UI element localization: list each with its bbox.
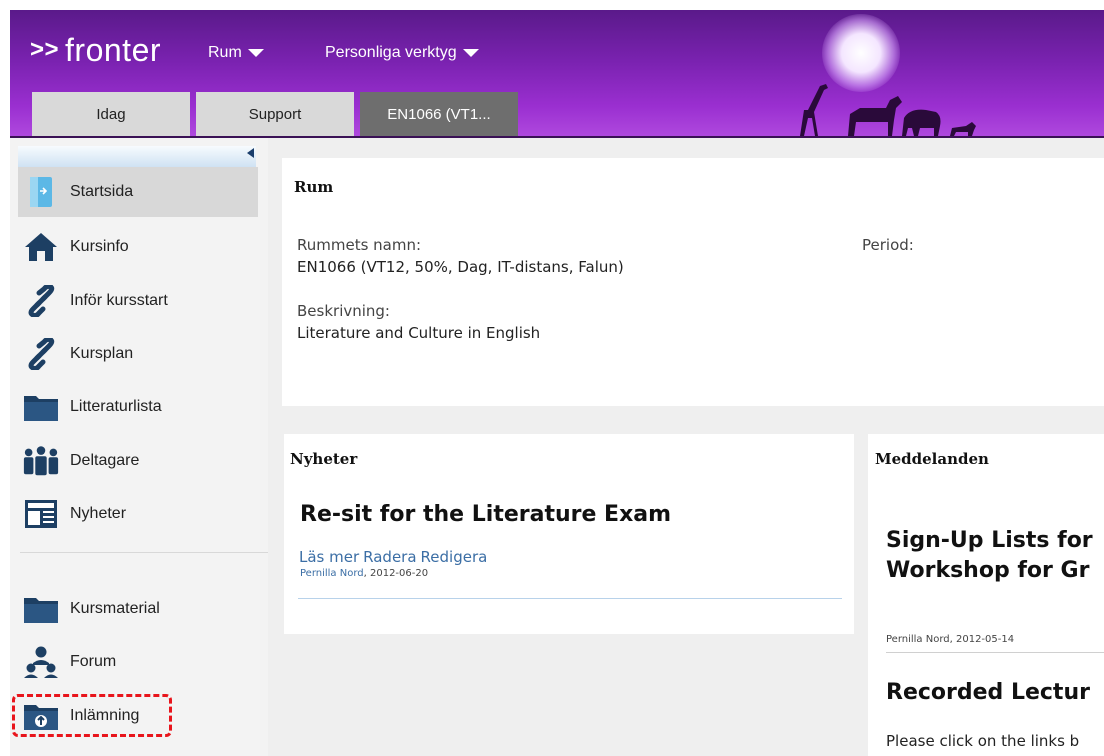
tab-support[interactable]: Support — [196, 92, 354, 138]
inlamning-highlight-box — [12, 694, 172, 737]
tab-idag[interactable]: Idag — [32, 92, 190, 138]
news-actions: Läs mer Radera Redigera — [299, 548, 491, 566]
sidebar: Startsida Kursinfo Inför kursstart Kursp… — [10, 138, 268, 756]
rum-title: Rum — [294, 178, 334, 196]
folder-icon — [22, 388, 60, 426]
news-item-title[interactable]: Re-sit for the Literature Exam — [300, 502, 671, 527]
meddelanden-title: Meddelanden — [875, 450, 989, 468]
nyheter-panel: Nyheter Re-sit for the Literature Exam L… — [284, 434, 854, 634]
room-name-value: EN1066 (VT12, 50%, Dag, IT-distans, Falu… — [297, 258, 624, 276]
sidebar-item-kursplan[interactable]: Kursplan — [18, 329, 258, 379]
announcement-1-title[interactable]: Sign-Up Lists for Workshop for Gr — [886, 526, 1093, 586]
sidebar-item-nyheter[interactable]: Nyheter — [18, 489, 258, 539]
collapse-sidebar-icon[interactable] — [247, 148, 254, 158]
news-author[interactable]: Pernilla Nord — [300, 568, 364, 579]
read-more-link[interactable]: Läs mer — [299, 548, 359, 566]
nyheter-title: Nyheter — [290, 450, 358, 468]
sidebar-item-litteraturlista[interactable]: Litteraturlista — [18, 382, 258, 432]
fronter-logo[interactable]: >> fronter — [30, 32, 161, 69]
animals-silhouette-icon — [800, 84, 976, 136]
people-icon — [22, 442, 60, 480]
menu-rum[interactable]: Rum — [208, 44, 264, 62]
menu-personliga-verktyg[interactable]: Personliga verktyg — [325, 44, 479, 62]
chevron-down-icon — [462, 48, 479, 57]
news-date: , 2012-06-20 — [363, 568, 429, 579]
period-label: Period: — [862, 236, 914, 254]
news-separator — [298, 598, 842, 599]
sidebar-item-infor-kursstart[interactable]: Inför kursstart — [18, 276, 258, 326]
sidebar-item-deltagare[interactable]: Deltagare — [18, 436, 258, 486]
sidebar-item-kursinfo[interactable]: Kursinfo — [18, 222, 258, 272]
description-value: Literature and Culture in English — [297, 324, 541, 342]
link-icon — [22, 282, 60, 320]
announcement-2-title[interactable]: Recorded Lectur — [886, 680, 1090, 705]
link-icon — [22, 335, 60, 373]
newspaper-icon — [22, 495, 60, 533]
sidebar-divider — [20, 552, 268, 553]
announcement-2-text: Please click on the links b — [886, 732, 1080, 750]
sidebar-toolbar — [18, 146, 256, 168]
forum-icon — [22, 643, 60, 681]
edit-link[interactable]: Redigera — [421, 548, 488, 566]
room-name-label: Rummets namn: — [297, 236, 422, 254]
news-meta: Pernilla Nord, 2012-06-20 — [300, 568, 428, 579]
folder-icon — [22, 590, 60, 628]
top-header: >> fronter Rum Personliga verktyg Idag Su… — [10, 10, 1104, 138]
door-icon — [22, 173, 60, 211]
announcement-1-meta: Pernilla Nord, 2012-05-14 — [886, 634, 1015, 645]
description-label: Beskrivning: — [297, 302, 390, 320]
announcement-separator — [886, 652, 1104, 653]
tab-en1066[interactable]: EN1066 (VT1... — [360, 92, 518, 138]
sidebar-item-startsida[interactable]: Startsida — [18, 167, 258, 217]
delete-link[interactable]: Radera — [363, 548, 416, 566]
sidebar-item-kursmaterial[interactable]: Kursmaterial — [18, 584, 258, 634]
sidebar-item-forum[interactable]: Forum — [18, 637, 258, 687]
meddelanden-panel: Meddelanden Sign-Up Lists for Workshop f… — [868, 434, 1104, 756]
rum-panel: Rum Rummets namn: EN1066 (VT12, 50%, Dag… — [282, 158, 1104, 406]
main-content: Rum Rummets namn: EN1066 (VT12, 50%, Dag… — [268, 138, 1104, 756]
chevron-down-icon — [247, 48, 264, 57]
home-icon — [22, 228, 60, 266]
